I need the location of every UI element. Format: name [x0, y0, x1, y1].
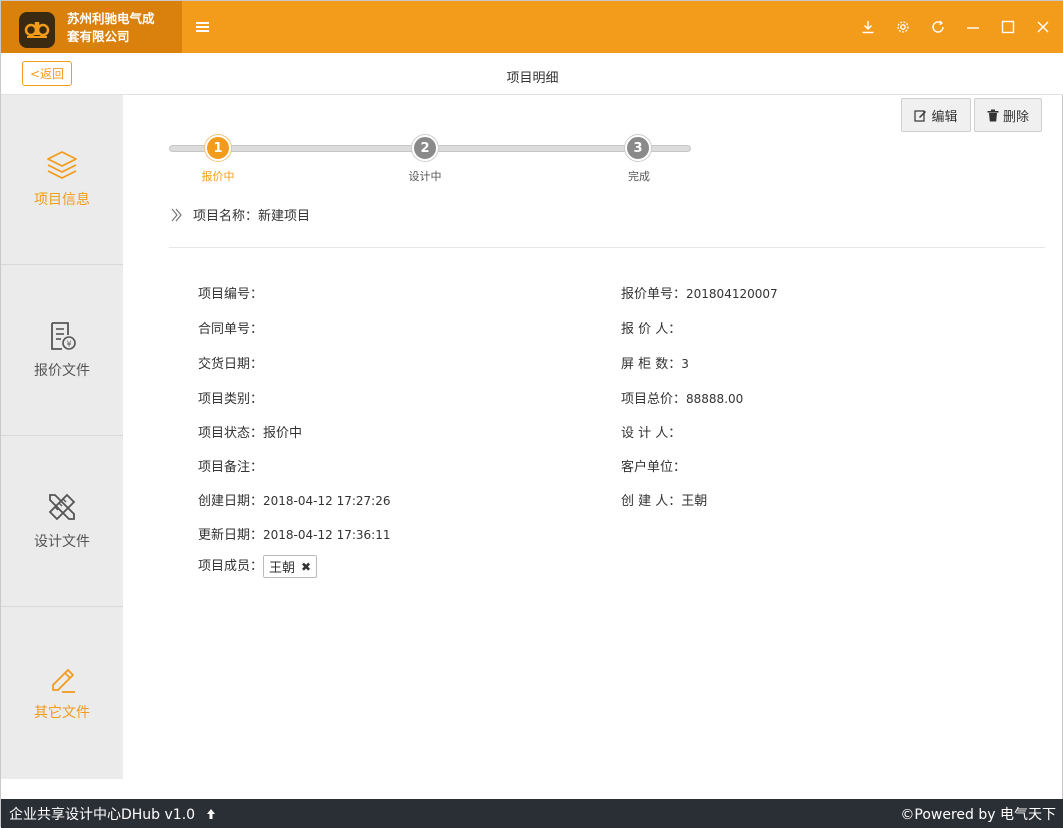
- field-project-members: 项目成员： 王朝 ✖: [198, 555, 318, 578]
- window-controls: [856, 15, 1054, 38]
- project-name-key: 项目名称：: [193, 209, 259, 224]
- field-key: 创 建 人：: [621, 494, 682, 509]
- sidebar-item-label: 报价文件: [34, 363, 90, 379]
- quote-doc-icon: ¥: [44, 318, 80, 354]
- field-project-remark: 项目备注：: [198, 456, 263, 475]
- field-value: 报价中: [263, 426, 303, 441]
- field-contract-no: 合同单号：: [198, 318, 263, 337]
- sidebar: 项目信息 ¥ 报价文件 设计文件 其它文件: [1, 95, 123, 779]
- field-key: 创建日期：: [198, 494, 264, 509]
- step-3-marker: 3: [625, 135, 651, 161]
- field-value: 王朝: [681, 494, 708, 509]
- sub-header: <返回 项目明细: [1, 53, 1063, 95]
- download-icon[interactable]: [856, 15, 879, 38]
- field-quote-no: 报价单号：201804120007: [621, 283, 778, 302]
- field-key: 客户单位：: [621, 460, 687, 475]
- footer-powered-by: ©Powered by 电气天下: [900, 807, 1056, 823]
- app-window: 苏州利驰电气成 套有限公司 <返回 项目明细 项目信息 ¥ 报价文件 设计文件 …: [0, 0, 1063, 828]
- sidebar-item-design-files[interactable]: 设计文件: [1, 437, 123, 607]
- member-name: 王朝: [269, 561, 296, 576]
- upload-icon[interactable]: [206, 808, 216, 820]
- company-name-line1: 苏州利驰电气成: [67, 11, 155, 26]
- progress-stepper: 1 报价中 2 设计中 3 完成: [169, 131, 691, 191]
- sidebar-item-project-info[interactable]: 项目信息: [1, 95, 123, 265]
- field-key: 交货日期：: [198, 357, 264, 372]
- delete-button[interactable]: 删除: [974, 98, 1042, 132]
- field-key: 合同单号：: [198, 322, 264, 337]
- project-name-value: 新建项目: [258, 209, 311, 224]
- field-total-price: 项目总价：88888.00: [621, 388, 743, 407]
- close-icon[interactable]: [1031, 15, 1054, 38]
- step-3-label: 完成: [628, 170, 650, 183]
- field-key: 更新日期：: [198, 528, 264, 543]
- company-name: 苏州利驰电气成 套有限公司: [67, 10, 175, 46]
- field-project-status: 项目状态：报价中: [198, 422, 302, 441]
- field-created-date: 创建日期：2018-04-12 17:27:26: [198, 490, 390, 509]
- hamburger-menu-icon[interactable]: [193, 17, 213, 37]
- sidebar-item-label: 其它文件: [34, 705, 90, 721]
- field-updated-date: 更新日期：2018-04-12 17:36:11: [198, 524, 390, 543]
- edit-button[interactable]: 编辑: [901, 98, 971, 132]
- main-content: 编辑 删除 1 报价中 2 设计中 3 完成 项目名称：新建项目 项目编号： 合…: [123, 95, 1062, 779]
- title-bar: 苏州利驰电气成 套有限公司: [1, 1, 1063, 53]
- maximize-icon[interactable]: [996, 15, 1019, 38]
- step-2-label: 设计中: [408, 170, 442, 183]
- field-key: 设 计 人：: [621, 426, 682, 441]
- svg-text:¥: ¥: [66, 340, 71, 349]
- field-key: 项目状态：: [198, 426, 264, 441]
- step-1-label: 报价中: [201, 170, 235, 183]
- field-customer: 客户单位：: [621, 456, 686, 475]
- edit-icon: [914, 109, 927, 122]
- refresh-icon[interactable]: [926, 15, 949, 38]
- step-1-marker: 1: [205, 135, 231, 161]
- field-value: 3: [681, 357, 689, 371]
- page-title: 项目明细: [506, 71, 559, 86]
- member-tag: 王朝 ✖: [263, 555, 318, 578]
- double-chevron-right-icon: [171, 208, 182, 221]
- field-project-category: 项目类别：: [198, 388, 263, 407]
- field-key: 项目总价：: [621, 392, 687, 407]
- sidebar-item-quote-files[interactable]: ¥ 报价文件: [1, 266, 123, 436]
- footer-app-version: 企业共享设计中心DHub v1.0: [9, 807, 196, 823]
- field-key: 报 价 人：: [621, 322, 682, 337]
- field-quoter: 报 价 人：: [621, 318, 681, 337]
- field-key: 报价单号：: [621, 287, 687, 302]
- app-logo: [19, 12, 55, 48]
- field-value: 201804120007: [686, 287, 778, 301]
- field-value: 88888.00: [686, 392, 744, 406]
- field-project-no: 项目编号：: [198, 283, 263, 302]
- edit-label: 编辑: [931, 109, 958, 125]
- sidebar-item-other-files[interactable]: 其它文件: [1, 608, 123, 778]
- status-bar: 企业共享设计中心DHub v1.0 ©Powered by 电气天下: [1, 799, 1063, 828]
- project-name-row: 项目名称：新建项目: [171, 205, 310, 224]
- minimize-icon[interactable]: [961, 15, 984, 38]
- footer-left: 企业共享设计中心DHub v1.0: [9, 804, 216, 824]
- delete-label: 删除: [1002, 109, 1029, 125]
- layers-icon: [44, 147, 80, 183]
- field-key: 项目成员：: [198, 559, 264, 574]
- field-key: 项目编号：: [198, 287, 264, 302]
- field-cabinet-count: 屏 柜 数：3: [621, 353, 689, 372]
- pencil-ruler-icon: [44, 489, 80, 525]
- remove-member-icon[interactable]: ✖: [301, 560, 311, 574]
- field-value: 2018-04-12 17:27:26: [263, 494, 391, 508]
- field-designer: 设 计 人：: [621, 422, 681, 441]
- field-key: 项目备注：: [198, 460, 264, 475]
- gear-icon[interactable]: [891, 15, 914, 38]
- sidebar-item-label: 项目信息: [34, 192, 90, 208]
- brand-area: 苏州利驰电气成 套有限公司: [1, 1, 182, 53]
- field-value: 2018-04-12 17:36:11: [263, 528, 391, 542]
- field-delivery-date: 交货日期：: [198, 353, 263, 372]
- field-key: 屏 柜 数：: [621, 357, 682, 372]
- company-name-line2: 套有限公司: [67, 29, 130, 44]
- trash-icon: [987, 109, 999, 121]
- field-key: 项目类别：: [198, 392, 264, 407]
- field-creator: 创 建 人：王朝: [621, 490, 707, 509]
- step-2-marker: 2: [412, 135, 438, 161]
- sidebar-item-label: 设计文件: [34, 534, 90, 550]
- divider: [169, 247, 1045, 248]
- edit-icon: [44, 660, 80, 696]
